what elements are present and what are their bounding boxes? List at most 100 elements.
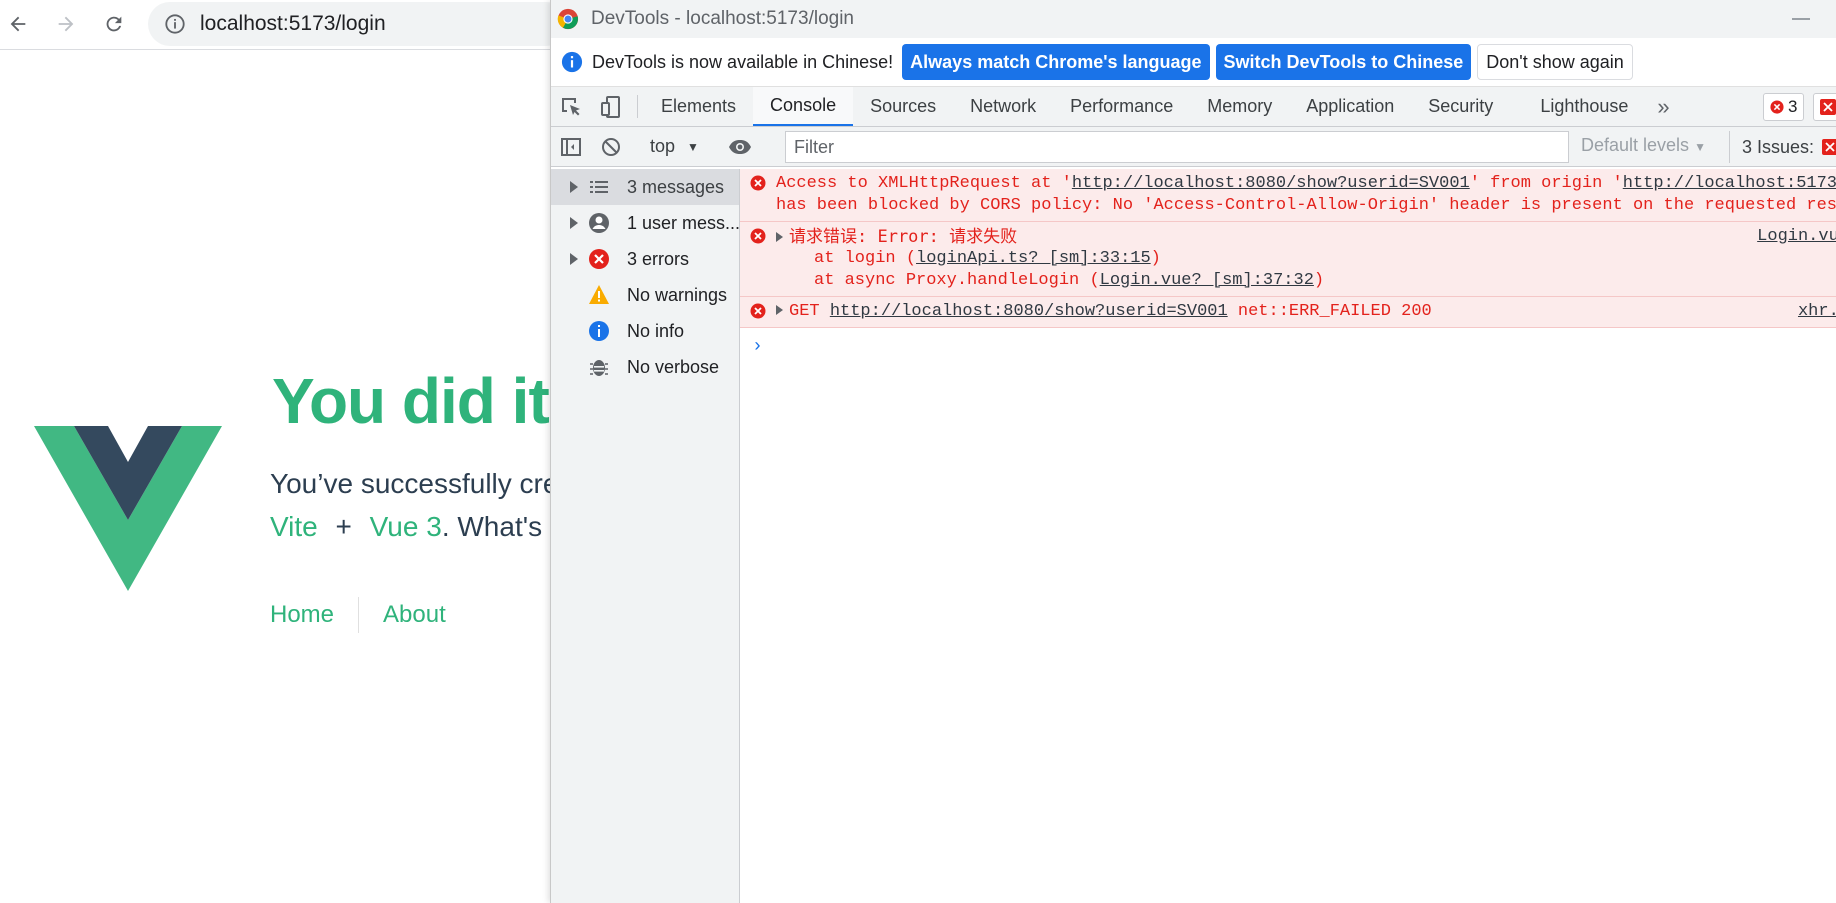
tab-lighthouse[interactable]: Lighthouse [1523, 87, 1645, 126]
error-icon [588, 248, 610, 270]
error-count-badge[interactable]: 3 [1763, 93, 1805, 121]
stack-link-login-vue[interactable]: Login.vue? [sm]:37:32 [1100, 271, 1314, 290]
request-url-link[interactable]: http://localhost:8080/show?userid=SV001 [1072, 174, 1470, 193]
forward-button[interactable] [48, 6, 84, 42]
source-link-xhr[interactable]: xhr.j [1798, 301, 1836, 323]
error-icon [750, 303, 766, 319]
expand-arrow-icon[interactable] [570, 217, 578, 229]
tab-sources[interactable]: Sources [853, 87, 953, 126]
info-icon [588, 320, 610, 342]
list-icon [588, 176, 610, 198]
chevron-down-icon: ▼ [1694, 140, 1706, 154]
get-text: GET [789, 302, 830, 321]
match-language-button[interactable]: Always match Chrome's language [902, 44, 1210, 80]
sidebar-icon [561, 137, 581, 156]
get-url-link[interactable]: http://localhost:8080/show?userid=SV001 [830, 302, 1228, 321]
devtools-titlebar[interactable]: DevTools - localhost:5173/login [551, 0, 1836, 38]
eye-icon [728, 139, 751, 154]
expand-arrow-icon[interactable] [570, 181, 578, 193]
sidebar-item-verbose[interactable]: No verbose [551, 349, 739, 385]
sidebar-item-warnings[interactable]: No warnings [551, 277, 739, 313]
issues-button[interactable]: 3 Issues: [1729, 131, 1836, 163]
vue-logo-icon [34, 426, 222, 591]
sidebar-item-info[interactable]: No info [551, 313, 739, 349]
tab-performance[interactable]: Performance [1053, 87, 1190, 126]
arrow-left-icon [10, 16, 26, 32]
origin-link[interactable]: http://localhost:5173 [1623, 174, 1836, 193]
error-icon [750, 175, 766, 191]
about-link[interactable]: About [383, 601, 446, 629]
tab-memory[interactable]: Memory [1190, 87, 1289, 126]
vue3-link[interactable]: Vue 3 [370, 511, 442, 542]
tab-application[interactable]: Application [1289, 87, 1411, 126]
get-text: net::ERR_FAILED 200 [1227, 302, 1432, 321]
sidebar-item-messages[interactable]: 3 messages [551, 169, 739, 205]
minimize-button[interactable] [1792, 18, 1810, 20]
error-square-icon [1820, 99, 1836, 115]
vue-welcome-page: You did it! You’ve successfully cre Vite… [0, 51, 570, 903]
toolbar-divider [637, 95, 638, 118]
sidebar-label: No info [627, 320, 685, 341]
levels-label: Default levels [1581, 135, 1690, 155]
chevron-down-icon: ▼ [687, 139, 699, 154]
stack-text: at login ( [814, 249, 917, 268]
language-infobar: DevTools is now available in Chinese! Al… [551, 38, 1836, 87]
console-error-request[interactable]: 请求错误: Error: 请求失败 Login.vue at login (lo… [740, 222, 1836, 297]
infobar-text: DevTools is now available in Chinese! [592, 51, 894, 72]
nav-divider [358, 597, 360, 633]
clear-console-button[interactable] [591, 135, 631, 159]
stack-text: ) [1150, 249, 1161, 268]
tab-console[interactable]: Console [753, 87, 854, 126]
devtools-window: DevTools - localhost:5173/login DevTools… [550, 0, 1836, 903]
error-icon [750, 228, 766, 244]
dont-show-again-button[interactable]: Don't show again [1477, 44, 1633, 80]
sidebar-label: 1 user mess... [627, 212, 741, 233]
sidebar-label: No warnings [627, 284, 728, 305]
error-count: 3 [1788, 97, 1798, 116]
filter-input[interactable] [785, 131, 1569, 163]
console-toolbar: top ▼ Default levels ▼ 3 Issues: [551, 127, 1836, 167]
inspect-element-button[interactable] [551, 87, 591, 126]
page-nav: Home About [270, 597, 446, 633]
error-badge-overflow[interactable] [1813, 93, 1836, 121]
vite-link[interactable]: Vite [270, 511, 318, 542]
sidebar-item-errors[interactable]: 3 errors [551, 241, 739, 277]
info-icon [561, 51, 583, 73]
console-error-cors[interactable]: Access to XMLHttpRequest at 'http://loca… [740, 169, 1836, 222]
home-link[interactable]: Home [270, 601, 334, 629]
address-bar[interactable]: localhost:5173/login [148, 2, 568, 46]
expand-arrow-icon[interactable] [570, 253, 578, 265]
source-link-login-vue[interactable]: Login.vue [1757, 226, 1836, 248]
devtools-tabbar: Elements Console Sources Network Perform… [551, 87, 1836, 127]
bug-icon [588, 356, 610, 378]
tab-security[interactable]: Security [1411, 87, 1523, 126]
back-button[interactable] [0, 6, 36, 42]
sidebar-label: 3 errors [627, 248, 690, 269]
console-prompt[interactable]: › [752, 337, 763, 357]
cors-text: ' from origin ' [1469, 174, 1623, 193]
stack-frame-1: at login (loginApi.ts? [sm]:33:15) [776, 248, 1836, 270]
sidebar-toggle-button[interactable] [551, 135, 591, 159]
console-error-get[interactable]: GET http://localhost:8080/show?userid=SV… [740, 297, 1836, 328]
switch-chinese-button[interactable]: Switch DevTools to Chinese [1215, 44, 1472, 80]
tab-elements[interactable]: Elements [644, 87, 753, 126]
tab-network[interactable]: Network [953, 87, 1053, 126]
page-subtitle: You’ve successfully cre [270, 468, 559, 499]
cors-text: Access to XMLHttpRequest at ' [776, 174, 1072, 193]
live-expression-button[interactable] [720, 135, 760, 159]
devtools-title: DevTools - localhost:5173/login [591, 8, 854, 29]
more-tabs-button[interactable]: » [1645, 87, 1681, 126]
log-levels-dropdown[interactable]: Default levels ▼ [1581, 135, 1706, 156]
expand-arrow-icon[interactable] [776, 232, 783, 242]
context-value: top [650, 136, 676, 156]
stack-link-loginapi[interactable]: loginApi.ts? [sm]:33:15 [916, 249, 1151, 268]
sidebar-label: 3 messages [627, 176, 725, 197]
sidebar-item-user-messages[interactable]: 1 user mess... [551, 205, 741, 241]
site-info-icon[interactable] [164, 13, 186, 35]
context-selector[interactable]: top ▼ [650, 136, 699, 157]
page-subtitle-links: Vite + Vue 3. What's [270, 511, 542, 543]
device-toggle-button[interactable] [591, 87, 631, 126]
reload-button[interactable] [96, 6, 132, 42]
user-icon [588, 212, 610, 234]
expand-arrow-icon[interactable] [776, 305, 783, 315]
